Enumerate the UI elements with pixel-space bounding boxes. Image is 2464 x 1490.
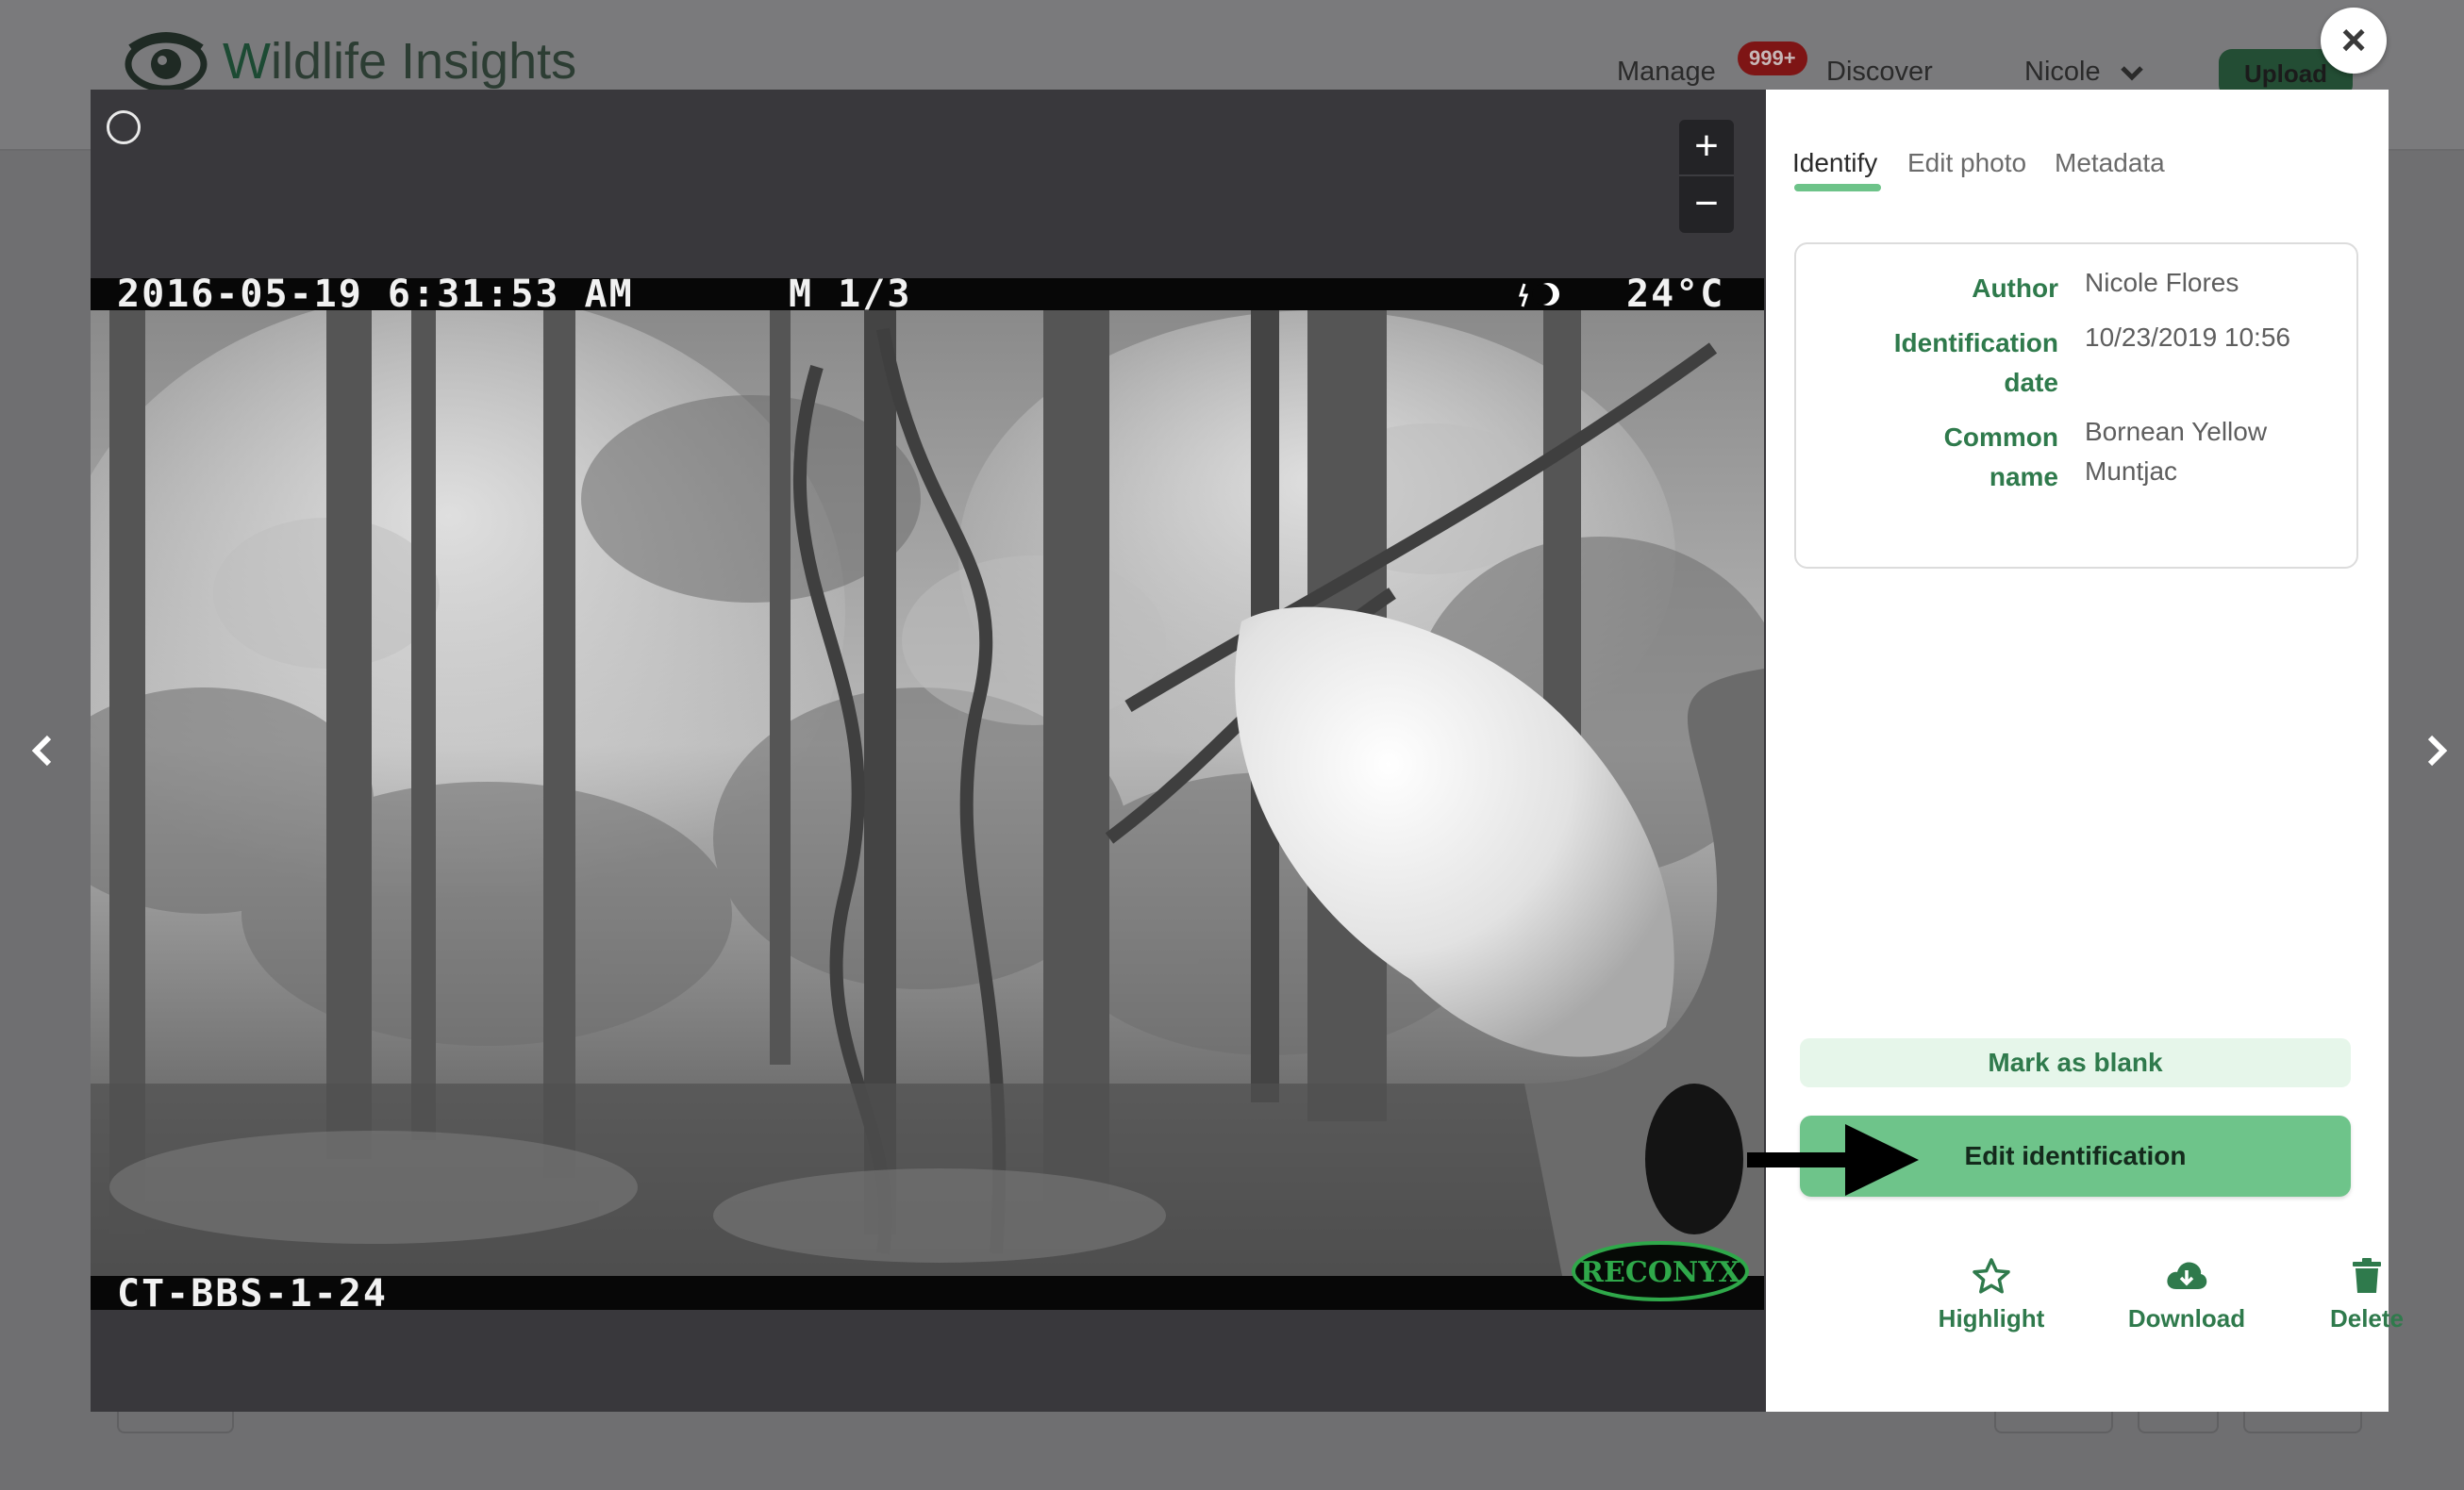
chevron-left-icon[interactable] <box>25 732 62 770</box>
notification-badge: 999+ <box>1738 41 1807 75</box>
eye-logo-icon <box>125 32 208 92</box>
image-viewer: + − 2016-05-19 6:31:53 AM M 1/3 24°C CT-… <box>91 90 1766 1412</box>
zoom-in-button[interactable]: + <box>1679 120 1734 176</box>
author-label: Author <box>1972 273 2058 303</box>
photo-temperature: 24°C <box>1626 278 1725 316</box>
arrow-right-icon <box>1747 1124 1919 1196</box>
details-panel: Identify Edit photo Metadata Author Nico… <box>1766 90 2404 1412</box>
reconyx-watermark: RECONYX <box>1572 1241 1749 1301</box>
wildlife-insights-logo[interactable]: Wildlife Insights <box>123 28 576 94</box>
logo-text: Wildlife Insights <box>223 33 577 90</box>
user-name: Nicole <box>2024 57 2101 87</box>
camera-trap-photo: 2016-05-19 6:31:53 AM M 1/3 24°C CT-BBS-… <box>91 278 1764 1310</box>
nav-user-menu[interactable]: Nicole <box>2024 57 2144 88</box>
common-name-value: Bornean Yellow Muntjac <box>2085 417 2268 486</box>
common-name-label: Common name <box>1943 422 2058 491</box>
author-value: Nicole Flores <box>2085 268 2239 297</box>
tab-active-indicator <box>1794 184 1881 191</box>
nav-manage[interactable]: Manage <box>1617 57 1716 88</box>
zoom-control: + − <box>1679 120 1734 233</box>
download-label: Download <box>2127 1304 2246 1333</box>
mark-as-blank-button[interactable]: Mark as blank <box>1800 1038 2351 1087</box>
chevron-down-icon <box>2120 66 2143 81</box>
trash-icon <box>2353 1258 2381 1293</box>
select-circle-icon[interactable] <box>107 110 141 144</box>
photo-datetime: 2016-05-19 6:31:53 AM <box>117 278 634 316</box>
photo-info-band: 2016-05-19 6:31:53 AM M 1/3 24°C <box>91 278 1764 316</box>
delete-button[interactable]: Delete <box>2287 1257 2447 1333</box>
zoom-out-button[interactable]: − <box>1679 177 1734 232</box>
close-modal-button[interactable]: × <box>2321 8 2387 74</box>
forest-scene-image <box>91 310 1764 1276</box>
tab-edit-photo[interactable]: Edit photo <box>1907 148 2026 178</box>
chevron-right-icon[interactable] <box>2417 732 2455 770</box>
photo-sequence: M 1/3 <box>789 278 912 316</box>
star-icon <box>1973 1258 2010 1294</box>
download-button[interactable]: Download <box>2106 1257 2267 1333</box>
moon-phase-icon <box>1519 283 1559 307</box>
tab-identify[interactable]: Identify <box>1792 148 1877 178</box>
identification-card: Author Nicole Flores Identification date… <box>1794 242 2358 569</box>
nav-discover[interactable]: Discover <box>1826 57 1933 88</box>
tab-metadata[interactable]: Metadata <box>2055 148 2165 178</box>
highlight-label: Highlight <box>1938 1304 2045 1333</box>
identification-date-label: Identification date <box>1893 328 2058 397</box>
delete-label: Delete <box>2329 1304 2405 1333</box>
camera-id: CT-BBS-1-24 <box>117 1272 388 1310</box>
highlight-button[interactable]: Highlight <box>1911 1257 2072 1333</box>
identification-date-value: 10/23/2019 10:56 <box>2085 323 2290 352</box>
photo-camera-band: CT-BBS-1-24 <box>91 1272 1764 1310</box>
cloud-download-icon <box>2167 1262 2207 1289</box>
svg-text:RECONYX: RECONYX <box>1580 1256 1741 1289</box>
